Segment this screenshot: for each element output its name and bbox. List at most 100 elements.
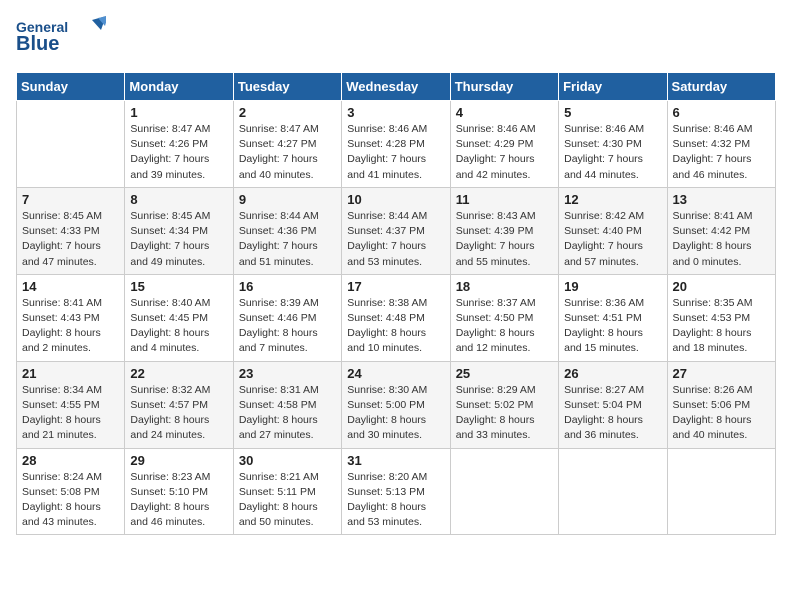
day-number: 23: [239, 366, 336, 381]
day-info: Sunrise: 8:27 AM Sunset: 5:04 PM Dayligh…: [564, 383, 661, 444]
day-info: Sunrise: 8:24 AM Sunset: 5:08 PM Dayligh…: [22, 470, 119, 531]
weekday-header: Saturday: [667, 73, 775, 101]
calendar-cell: 14 Sunrise: 8:41 AM Sunset: 4:43 PM Dayli…: [17, 274, 125, 361]
day-number: 13: [673, 192, 770, 207]
day-number: 27: [673, 366, 770, 381]
day-info: Sunrise: 8:37 AM Sunset: 4:50 PM Dayligh…: [456, 296, 553, 357]
day-number: 28: [22, 453, 119, 468]
calendar-cell: 6 Sunrise: 8:46 AM Sunset: 4:32 PM Daylig…: [667, 101, 775, 188]
day-number: 4: [456, 105, 553, 120]
calendar-cell: 18 Sunrise: 8:37 AM Sunset: 4:50 PM Dayli…: [450, 274, 558, 361]
day-info: Sunrise: 8:39 AM Sunset: 4:46 PM Dayligh…: [239, 296, 336, 357]
calendar-cell: 23Sunrise: 8:31 AM Sunset: 4:58 PM Dayli…: [233, 361, 341, 448]
day-number: 14: [22, 279, 119, 294]
calendar-cell: 27Sunrise: 8:26 AM Sunset: 5:06 PM Dayli…: [667, 361, 775, 448]
calendar-cell: [667, 448, 775, 535]
day-number: 17: [347, 279, 444, 294]
day-info: Sunrise: 8:41 AM Sunset: 4:43 PM Dayligh…: [22, 296, 119, 357]
calendar-cell: 26 Sunrise: 8:27 AM Sunset: 5:04 PM Dayli…: [559, 361, 667, 448]
calendar-cell: 30 Sunrise: 8:21 AM Sunset: 5:11 PM Dayli…: [233, 448, 341, 535]
day-info: Sunrise: 8:32 AM Sunset: 4:57 PM Dayligh…: [130, 383, 227, 444]
calendar-cell: [559, 448, 667, 535]
day-info: Sunrise: 8:35 AM Sunset: 4:53 PM Dayligh…: [673, 296, 770, 357]
day-info: Sunrise: 8:20 AM Sunset: 5:13 PM Dayligh…: [347, 470, 444, 531]
page-header: General Blue: [16, 16, 776, 60]
day-number: 26: [564, 366, 661, 381]
calendar-cell: 12Sunrise: 8:42 AM Sunset: 4:40 PM Dayli…: [559, 187, 667, 274]
weekday-header: Sunday: [17, 73, 125, 101]
day-number: 10: [347, 192, 444, 207]
day-info: Sunrise: 8:34 AM Sunset: 4:55 PM Dayligh…: [22, 383, 119, 444]
calendar-cell: 5 Sunrise: 8:46 AM Sunset: 4:30 PM Daylig…: [559, 101, 667, 188]
day-number: 31: [347, 453, 444, 468]
day-info: Sunrise: 8:47 AM Sunset: 4:27 PM Dayligh…: [239, 122, 336, 183]
svg-text:Blue: Blue: [16, 33, 59, 55]
weekday-header: Wednesday: [342, 73, 450, 101]
day-info: Sunrise: 8:46 AM Sunset: 4:28 PM Dayligh…: [347, 122, 444, 183]
day-number: 24: [347, 366, 444, 381]
day-info: Sunrise: 8:42 AM Sunset: 4:40 PM Dayligh…: [564, 209, 661, 270]
day-info: Sunrise: 8:21 AM Sunset: 5:11 PM Dayligh…: [239, 470, 336, 531]
calendar-cell: 22 Sunrise: 8:32 AM Sunset: 4:57 PM Dayli…: [125, 361, 233, 448]
day-number: 16: [239, 279, 336, 294]
day-info: Sunrise: 8:45 AM Sunset: 4:34 PM Dayligh…: [130, 209, 227, 270]
day-info: Sunrise: 8:44 AM Sunset: 4:37 PM Dayligh…: [347, 209, 444, 270]
day-number: 2: [239, 105, 336, 120]
calendar-cell: 13 Sunrise: 8:41 AM Sunset: 4:42 PM Dayli…: [667, 187, 775, 274]
weekday-header: Tuesday: [233, 73, 341, 101]
day-number: 18: [456, 279, 553, 294]
day-info: Sunrise: 8:41 AM Sunset: 4:42 PM Dayligh…: [673, 209, 770, 270]
calendar-cell: 19 Sunrise: 8:36 AM Sunset: 4:51 PM Dayli…: [559, 274, 667, 361]
calendar-cell: 9 Sunrise: 8:44 AM Sunset: 4:36 PM Daylig…: [233, 187, 341, 274]
calendar-cell: 11Sunrise: 8:43 AM Sunset: 4:39 PM Dayli…: [450, 187, 558, 274]
day-number: 21: [22, 366, 119, 381]
calendar-cell: 10 Sunrise: 8:44 AM Sunset: 4:37 PM Dayli…: [342, 187, 450, 274]
day-info: Sunrise: 8:46 AM Sunset: 4:32 PM Dayligh…: [673, 122, 770, 183]
day-info: Sunrise: 8:30 AM Sunset: 5:00 PM Dayligh…: [347, 383, 444, 444]
calendar-cell: 17 Sunrise: 8:38 AM Sunset: 4:48 PM Dayli…: [342, 274, 450, 361]
calendar-cell: 1 Sunrise: 8:47 AM Sunset: 4:26 PM Daylig…: [125, 101, 233, 188]
day-info: Sunrise: 8:46 AM Sunset: 4:29 PM Dayligh…: [456, 122, 553, 183]
calendar-cell: 20Sunrise: 8:35 AM Sunset: 4:53 PM Dayli…: [667, 274, 775, 361]
day-number: 22: [130, 366, 227, 381]
day-info: Sunrise: 8:40 AM Sunset: 4:45 PM Dayligh…: [130, 296, 227, 357]
day-number: 19: [564, 279, 661, 294]
day-info: Sunrise: 8:45 AM Sunset: 4:33 PM Dayligh…: [22, 209, 119, 270]
calendar-header-row: SundayMondayTuesdayWednesdayThursdayFrid…: [17, 73, 776, 101]
day-info: Sunrise: 8:47 AM Sunset: 4:26 PM Dayligh…: [130, 122, 227, 183]
day-info: Sunrise: 8:38 AM Sunset: 4:48 PM Dayligh…: [347, 296, 444, 357]
calendar-week-row: 28 Sunrise: 8:24 AM Sunset: 5:08 PM Dayli…: [17, 448, 776, 535]
day-number: 9: [239, 192, 336, 207]
day-number: 30: [239, 453, 336, 468]
calendar-cell: [17, 101, 125, 188]
day-number: 1: [130, 105, 227, 120]
day-info: Sunrise: 8:43 AM Sunset: 4:39 PM Dayligh…: [456, 209, 553, 270]
day-number: 29: [130, 453, 227, 468]
calendar-cell: 24 Sunrise: 8:30 AM Sunset: 5:00 PM Dayli…: [342, 361, 450, 448]
day-number: 6: [673, 105, 770, 120]
calendar-cell: 28 Sunrise: 8:24 AM Sunset: 5:08 PM Dayli…: [17, 448, 125, 535]
day-info: Sunrise: 8:23 AM Sunset: 5:10 PM Dayligh…: [130, 470, 227, 531]
calendar-cell: 3 Sunrise: 8:46 AM Sunset: 4:28 PM Daylig…: [342, 101, 450, 188]
calendar-cell: [450, 448, 558, 535]
calendar-cell: 29 Sunrise: 8:23 AM Sunset: 5:10 PM Dayli…: [125, 448, 233, 535]
calendar-week-row: 1 Sunrise: 8:47 AM Sunset: 4:26 PM Daylig…: [17, 101, 776, 188]
weekday-header: Thursday: [450, 73, 558, 101]
day-info: Sunrise: 8:44 AM Sunset: 4:36 PM Dayligh…: [239, 209, 336, 270]
day-number: 5: [564, 105, 661, 120]
calendar-cell: 21 Sunrise: 8:34 AM Sunset: 4:55 PM Dayli…: [17, 361, 125, 448]
calendar-cell: 4 Sunrise: 8:46 AM Sunset: 4:29 PM Daylig…: [450, 101, 558, 188]
day-number: 3: [347, 105, 444, 120]
calendar-week-row: 14 Sunrise: 8:41 AM Sunset: 4:43 PM Dayli…: [17, 274, 776, 361]
calendar-cell: 16 Sunrise: 8:39 AM Sunset: 4:46 PM Dayli…: [233, 274, 341, 361]
day-info: Sunrise: 8:36 AM Sunset: 4:51 PM Dayligh…: [564, 296, 661, 357]
logo-icon: General Blue: [16, 16, 106, 60]
logo: General Blue: [16, 16, 106, 60]
calendar-cell: 2 Sunrise: 8:47 AM Sunset: 4:27 PM Daylig…: [233, 101, 341, 188]
day-info: Sunrise: 8:46 AM Sunset: 4:30 PM Dayligh…: [564, 122, 661, 183]
day-number: 15: [130, 279, 227, 294]
calendar-cell: 31 Sunrise: 8:20 AM Sunset: 5:13 PM Dayli…: [342, 448, 450, 535]
day-number: 8: [130, 192, 227, 207]
calendar-cell: 15 Sunrise: 8:40 AM Sunset: 4:45 PM Dayli…: [125, 274, 233, 361]
day-number: 25: [456, 366, 553, 381]
